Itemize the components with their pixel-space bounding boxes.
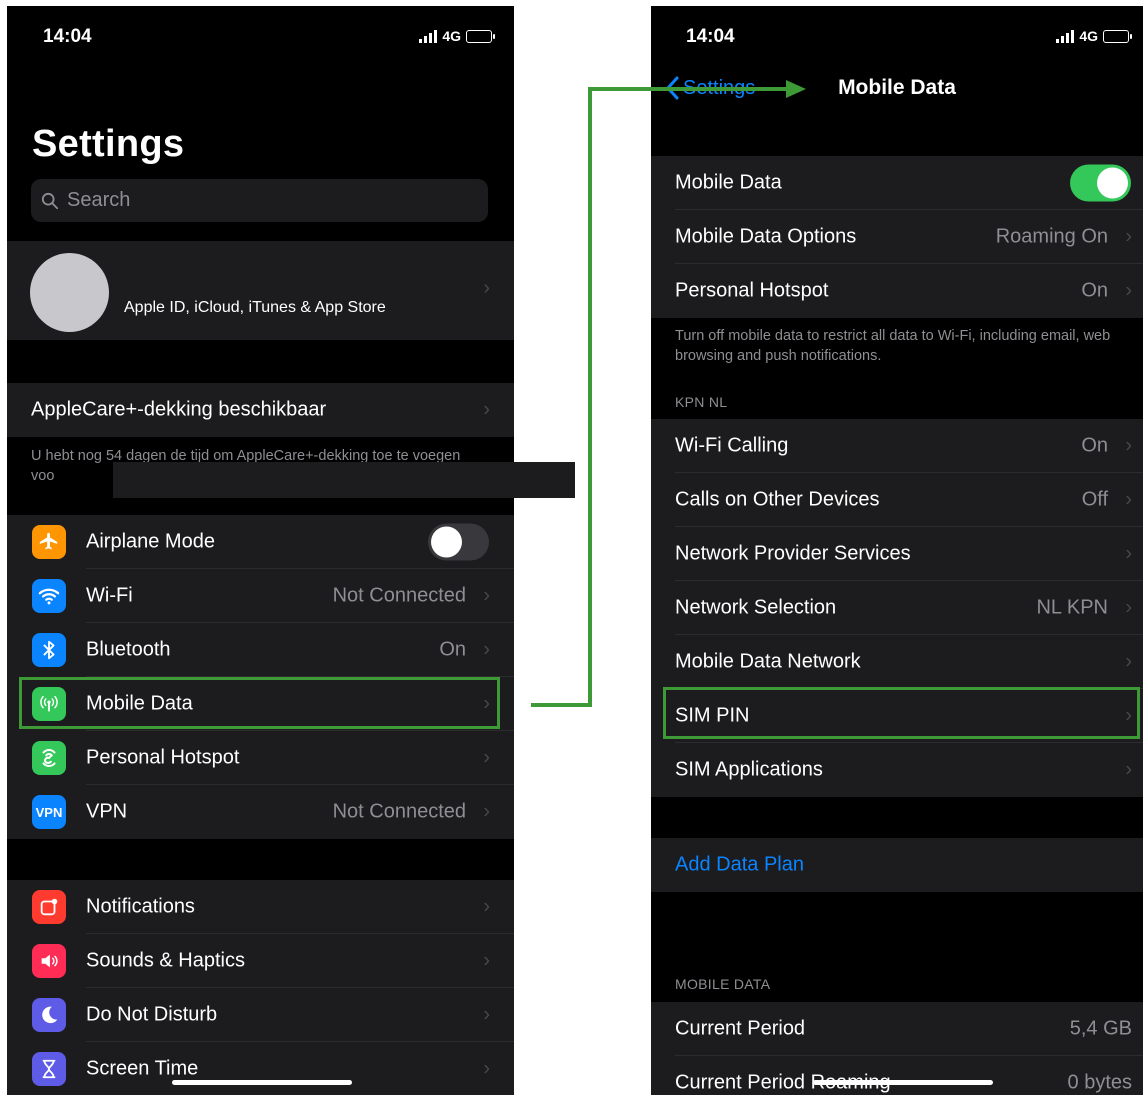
annotation-arrow <box>531 80 806 707</box>
arrow-head-icon <box>786 80 806 98</box>
